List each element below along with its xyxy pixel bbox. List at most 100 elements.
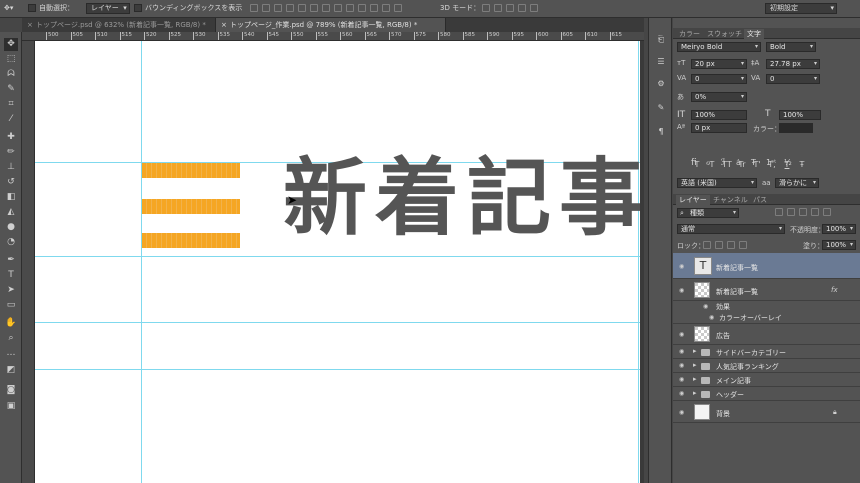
- eye-icon[interactable]: ◉: [703, 303, 708, 310]
- ligature-icon[interactable]: ﬁ: [691, 158, 697, 168]
- doc-tab-1[interactable]: × トップページ.psd @ 632% (新着記事一覧, RGB/8) *: [22, 18, 216, 32]
- fractions-icon[interactable]: ½: [784, 158, 792, 167]
- align-bottom-icon[interactable]: [274, 4, 282, 12]
- layer-group-row[interactable]: ◉ ▸ サイドバーカテゴリー: [673, 345, 860, 359]
- kerning-field[interactable]: 0: [691, 74, 747, 84]
- auto-align-icon[interactable]: [394, 4, 402, 12]
- antialias-select[interactable]: 滑らかに: [775, 178, 819, 188]
- lock-all-icon[interactable]: [739, 241, 747, 249]
- distribute-top-icon[interactable]: [322, 4, 330, 12]
- type-tool-icon[interactable]: T: [4, 269, 18, 282]
- eye-icon[interactable]: ◉: [679, 263, 684, 270]
- disclosure-arrow-icon[interactable]: ▸: [693, 375, 697, 383]
- layer-group-row[interactable]: ◉ ▸ メイン記事: [673, 373, 860, 387]
- tab-color[interactable]: カラー: [676, 29, 703, 39]
- layer-filter-select[interactable]: ⌕ 種類: [677, 208, 739, 218]
- font-style-select[interactable]: Bold: [766, 42, 816, 52]
- layer-group-row[interactable]: ◉ ▸ ヘッダー: [673, 387, 860, 401]
- healing-brush-tool-icon[interactable]: ✚: [4, 131, 18, 144]
- scale-3d-icon[interactable]: [530, 4, 538, 12]
- language-select[interactable]: 英語 (米国): [677, 178, 757, 188]
- titling-alt-icon[interactable]: Ŧ: [751, 158, 756, 167]
- quick-select-tool-icon[interactable]: ✎: [4, 83, 18, 96]
- fx-icon[interactable]: fx: [831, 286, 838, 294]
- lasso-tool-icon[interactable]: ᗣ: [4, 68, 18, 81]
- leading-field[interactable]: 27.78 px: [766, 59, 820, 69]
- guide-vertical[interactable]: [141, 41, 142, 483]
- crop-tool-icon[interactable]: ⌗: [4, 98, 18, 111]
- guide-horizontal[interactable]: [35, 369, 640, 370]
- baseline-field[interactable]: 0 px: [691, 123, 747, 133]
- fill-field[interactable]: 100%: [822, 240, 856, 250]
- path-select-tool-icon[interactable]: ➤: [4, 284, 18, 297]
- layer-group-row[interactable]: ◉ ▸ 人気記事ランキング: [673, 359, 860, 373]
- auto-select-checkbox[interactable]: 自動選択：: [28, 3, 74, 14]
- stylistic-alt-icon[interactable]: ȧ: [736, 158, 741, 167]
- blur-tool-icon[interactable]: ●: [4, 221, 18, 234]
- close-icon[interactable]: ×: [221, 18, 227, 32]
- tab-layers[interactable]: レイヤー: [676, 195, 710, 205]
- tracking-field[interactable]: 0: [766, 74, 820, 84]
- eye-icon[interactable]: ◉: [679, 409, 684, 416]
- tab-character[interactable]: 文字: [744, 29, 764, 39]
- canvas-scrollbar[interactable]: [640, 41, 644, 483]
- distribute-middle-icon[interactable]: [334, 4, 342, 12]
- ordinals-icon[interactable]: 1ˢᵗ: [766, 158, 776, 167]
- filter-shape-icon[interactable]: [811, 208, 819, 216]
- clone-stamp-tool-icon[interactable]: ⊥: [4, 161, 18, 174]
- headline-text[interactable]: 新着記事: [283, 153, 640, 243]
- gradient-tool-icon[interactable]: ◭: [4, 206, 18, 219]
- align-top-icon[interactable]: [250, 4, 258, 12]
- layer-row[interactable]: ◉ 広告: [673, 324, 860, 345]
- history-brush-tool-icon[interactable]: ↺: [4, 176, 18, 189]
- distribute-left-icon[interactable]: [358, 4, 366, 12]
- quick-mask-icon[interactable]: ◙: [4, 384, 18, 397]
- align-left-icon[interactable]: [286, 4, 294, 12]
- filter-adjustment-icon[interactable]: [787, 208, 795, 216]
- ordinal-icon[interactable]: ℴ: [706, 158, 710, 168]
- font-size-field[interactable]: 20 px: [691, 59, 747, 69]
- eraser-tool-icon[interactable]: ◧: [4, 191, 18, 204]
- auto-select-dropdown[interactable]: レイヤー: [86, 3, 130, 14]
- disclosure-arrow-icon[interactable]: ▸: [693, 347, 697, 355]
- orbit-3d-icon[interactable]: [482, 4, 490, 12]
- disclosure-arrow-icon[interactable]: ▸: [693, 389, 697, 397]
- lock-pixels-icon[interactable]: [715, 241, 723, 249]
- eye-icon[interactable]: ◉: [679, 362, 684, 369]
- effect-row[interactable]: ◉ カラーオーバーレイ: [673, 312, 860, 324]
- close-icon[interactable]: ×: [27, 18, 33, 32]
- shape-tool-icon[interactable]: ▭: [4, 299, 18, 312]
- bounding-box-checkbox[interactable]: バウンディングボックスを表示: [134, 3, 242, 14]
- history-panel-icon[interactable]: ⎗: [655, 34, 667, 45]
- paragraph-panel-icon[interactable]: ¶: [655, 126, 667, 137]
- eye-icon[interactable]: ◉: [709, 314, 714, 321]
- move-tool-icon[interactable]: ✥: [4, 38, 18, 51]
- tab-paths[interactable]: パス: [750, 195, 770, 205]
- move-tool-icon[interactable]: ✥▾: [4, 3, 13, 14]
- brush-tool-icon[interactable]: ✏: [4, 146, 18, 159]
- color-swatches-icon[interactable]: ◩: [4, 364, 18, 377]
- adjustments-panel-icon[interactable]: ⚙: [655, 78, 667, 89]
- font-family-select[interactable]: Meiryo Bold: [677, 42, 761, 52]
- guide-horizontal[interactable]: [35, 256, 640, 257]
- filter-pixel-icon[interactable]: [775, 208, 783, 216]
- effects-row[interactable]: ◉ 効果: [673, 301, 860, 312]
- mode-3d-buttons[interactable]: [482, 3, 542, 14]
- disclosure-arrow-icon[interactable]: ▸: [693, 361, 697, 369]
- layer-row[interactable]: ◉ T 新着記事一覧: [673, 253, 860, 279]
- layer-row[interactable]: ◉ 背景 🔒︎: [673, 401, 860, 423]
- zoom-tool-icon[interactable]: ⌕: [4, 332, 18, 345]
- align-right-icon[interactable]: [310, 4, 318, 12]
- eye-icon[interactable]: ◉: [679, 376, 684, 383]
- align-middle-icon[interactable]: [262, 4, 270, 12]
- filter-type-icon[interactable]: [799, 208, 807, 216]
- opacity-field[interactable]: 100%: [822, 224, 856, 234]
- doc-tab-2[interactable]: × トップページ_作業.psd @ 789% (新着記事一覧, RGB/8) *: [216, 18, 446, 32]
- align-buttons[interactable]: [250, 3, 406, 14]
- roll-3d-icon[interactable]: [494, 4, 502, 12]
- horizontal-scale-field[interactable]: 100%: [779, 110, 821, 120]
- filter-smart-icon[interactable]: [823, 208, 831, 216]
- slide-3d-icon[interactable]: [518, 4, 526, 12]
- blend-mode-select[interactable]: 通常: [677, 224, 785, 234]
- hand-tool-icon[interactable]: ✋: [4, 317, 18, 330]
